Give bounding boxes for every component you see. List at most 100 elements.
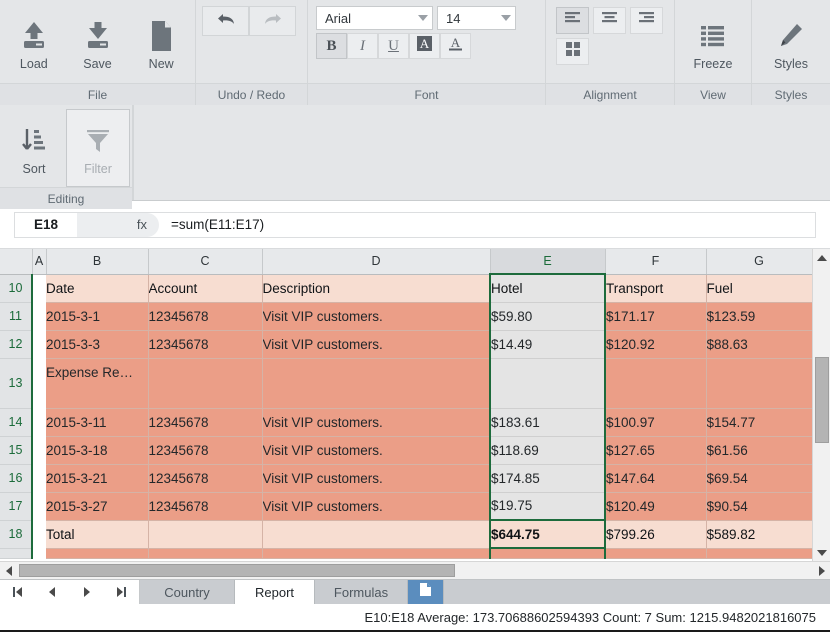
- scroll-up-button[interactable]: [813, 249, 830, 266]
- cell-a17[interactable]: [31, 492, 46, 520]
- first-sheet-button[interactable]: [0, 580, 35, 604]
- cell-f14[interactable]: $100.97: [605, 408, 707, 437]
- cell-f11[interactable]: $171.17: [605, 302, 707, 331]
- cell-b10[interactable]: Date: [46, 274, 149, 303]
- cell-f19[interactable]: [605, 548, 707, 559]
- font-color-button[interactable]: A: [440, 33, 471, 59]
- cell-c13[interactable]: [148, 358, 263, 409]
- align-left-button[interactable]: [556, 7, 589, 34]
- cell-g19[interactable]: [706, 548, 813, 559]
- vertical-scroll-thumb[interactable]: [815, 357, 829, 443]
- sheet-tab-country[interactable]: Country: [140, 580, 235, 604]
- highlight-color-button[interactable]: A: [409, 33, 440, 59]
- cell-e15[interactable]: $118.69: [489, 436, 606, 465]
- cell-d11[interactable]: Visit VIP customers.: [262, 302, 491, 331]
- cell-b17[interactable]: 2015-3-27: [46, 492, 149, 521]
- cell-b13[interactable]: Expense Re…: [46, 358, 149, 409]
- redo-button[interactable]: [249, 6, 296, 36]
- row-header-15[interactable]: 15: [0, 436, 33, 465]
- cell-f13[interactable]: [605, 358, 707, 409]
- column-header-e[interactable]: E: [490, 249, 606, 275]
- column-header-f[interactable]: F: [605, 249, 707, 275]
- cell-e10[interactable]: Hotel: [489, 273, 606, 303]
- load-button[interactable]: Load: [2, 4, 66, 82]
- cell-f15[interactable]: $127.65: [605, 436, 707, 465]
- column-header-c[interactable]: C: [148, 249, 263, 275]
- merge-cells-button[interactable]: [556, 38, 589, 65]
- name-box[interactable]: E18: [15, 213, 77, 237]
- cell-c17[interactable]: 12345678: [148, 492, 263, 521]
- font-family-select[interactable]: Arial: [316, 6, 433, 30]
- vertical-scrollbar[interactable]: [812, 249, 830, 561]
- last-sheet-button[interactable]: [104, 580, 139, 604]
- cell-a16[interactable]: [31, 464, 46, 492]
- cell-g10[interactable]: Fuel: [706, 274, 813, 303]
- cell-a10[interactable]: [31, 274, 46, 302]
- row-header-16[interactable]: 16: [0, 464, 33, 493]
- sheet-tab-report[interactable]: Report: [235, 580, 315, 604]
- cell-b11[interactable]: 2015-3-1: [46, 302, 149, 331]
- cell-b15[interactable]: 2015-3-18: [46, 436, 149, 465]
- cell-e11[interactable]: $59.80: [489, 302, 606, 331]
- row-header-partial[interactable]: [0, 548, 33, 559]
- cell-a19[interactable]: [31, 548, 46, 558]
- cell-d17[interactable]: Visit VIP customers.: [262, 492, 491, 521]
- cell-d19[interactable]: [262, 548, 491, 559]
- cell-e19[interactable]: [489, 548, 606, 559]
- column-header-d[interactable]: D: [262, 249, 491, 275]
- select-all-corner[interactable]: [0, 249, 33, 275]
- row-header-18[interactable]: 18: [0, 520, 33, 549]
- cell-b19[interactable]: [46, 548, 149, 559]
- cell-e18[interactable]: $644.75: [489, 519, 606, 549]
- cell-e12[interactable]: $14.49: [489, 330, 606, 359]
- cell-a15[interactable]: [31, 436, 46, 464]
- cell-d15[interactable]: Visit VIP customers.: [262, 436, 491, 465]
- column-header-b[interactable]: B: [46, 249, 149, 275]
- cell-d10[interactable]: Description: [262, 274, 491, 303]
- cell-a12[interactable]: [31, 330, 46, 358]
- cell-c15[interactable]: 12345678: [148, 436, 263, 465]
- bold-button[interactable]: B: [316, 33, 347, 59]
- cell-c12[interactable]: 12345678: [148, 330, 263, 359]
- cell-e13[interactable]: [489, 358, 606, 409]
- cell-g18[interactable]: $589.82: [706, 520, 813, 549]
- cell-d12[interactable]: Visit VIP customers.: [262, 330, 491, 359]
- save-button[interactable]: Save: [66, 4, 130, 82]
- cell-a13[interactable]: [31, 358, 46, 408]
- cell-a18[interactable]: [31, 520, 46, 548]
- horizontal-scrollbar[interactable]: [0, 561, 830, 579]
- horizontal-scroll-thumb[interactable]: [19, 564, 455, 577]
- cell-e17[interactable]: $19.75: [489, 492, 606, 521]
- sort-button[interactable]: Sort: [2, 109, 66, 187]
- row-header-14[interactable]: 14: [0, 408, 33, 437]
- column-header-a[interactable]: A: [32, 249, 47, 275]
- italic-button[interactable]: I: [347, 33, 378, 59]
- sheet-tab-formulas[interactable]: Formulas: [315, 580, 408, 604]
- filter-button[interactable]: Filter: [66, 109, 130, 187]
- cell-b12[interactable]: 2015-3-3: [46, 330, 149, 359]
- cell-e14[interactable]: $183.61: [489, 408, 606, 437]
- row-header-10[interactable]: 10: [0, 274, 33, 303]
- cell-f16[interactable]: $147.64: [605, 464, 707, 493]
- cell-c18[interactable]: [148, 520, 263, 549]
- add-sheet-button[interactable]: [408, 580, 444, 604]
- scroll-left-button[interactable]: [0, 562, 17, 579]
- cell-d18[interactable]: [262, 520, 491, 549]
- cell-a14[interactable]: [31, 408, 46, 436]
- cell-c19[interactable]: [148, 548, 263, 559]
- cell-b14[interactable]: 2015-3-11: [46, 408, 149, 437]
- formula-input[interactable]: =sum(E11:E17): [159, 213, 815, 237]
- prev-sheet-button[interactable]: [35, 580, 70, 604]
- cell-d13[interactable]: [262, 358, 491, 409]
- cell-g16[interactable]: $69.54: [706, 464, 813, 493]
- row-header-17[interactable]: 17: [0, 492, 33, 521]
- cell-d14[interactable]: Visit VIP customers.: [262, 408, 491, 437]
- cell-c16[interactable]: 12345678: [148, 464, 263, 493]
- row-header-11[interactable]: 11: [0, 302, 33, 331]
- new-button[interactable]: New: [129, 4, 193, 82]
- cell-a11[interactable]: [31, 302, 46, 330]
- font-size-select[interactable]: 14: [437, 6, 516, 30]
- cell-e16[interactable]: $174.85: [489, 464, 606, 493]
- cell-f18[interactable]: $799.26: [605, 520, 707, 549]
- column-header-g[interactable]: G: [706, 249, 813, 275]
